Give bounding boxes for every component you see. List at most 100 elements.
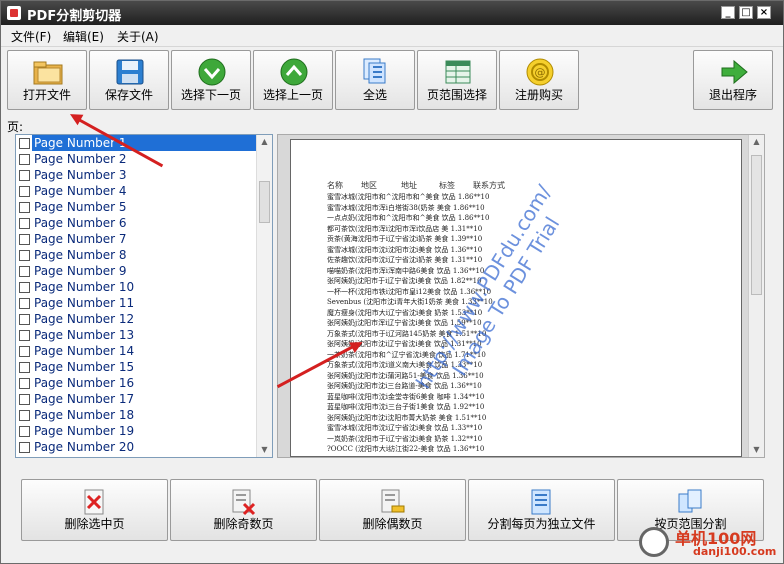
menu-bar: 文件(F) 编辑(E) 关于(A) [1, 25, 783, 47]
save-file-button[interactable]: 保存文件 [89, 50, 169, 110]
page-range-select-button[interactable]: 页范围选择 [417, 50, 497, 110]
preview-scroll-thumb[interactable] [751, 155, 762, 295]
site-watermark-badge: 单机100网 danji100.com [633, 523, 783, 563]
page-checkbox[interactable] [19, 378, 30, 389]
page-item-label: Page Number 7 [34, 232, 127, 246]
up-arrow-green-icon [280, 58, 308, 86]
page-checkbox[interactable] [19, 410, 30, 421]
page-list-item[interactable]: Page Number 13 [16, 327, 272, 343]
page-list-item[interactable]: Page Number 14 [16, 343, 272, 359]
page-checkbox[interactable] [19, 138, 30, 149]
page-checkbox[interactable] [19, 426, 30, 437]
page-checkbox[interactable] [19, 266, 30, 277]
maximize-button[interactable]: □ [739, 6, 753, 19]
page-list-item[interactable]: Page Number 12 [16, 311, 272, 327]
page-range-icon [445, 60, 471, 84]
page-list-item[interactable]: Page Number 8 [16, 247, 272, 263]
preview-header-region: 地区 [361, 181, 377, 190]
page-item-label: Page Number 11 [34, 296, 135, 310]
preview-scroll-down-icon[interactable]: ▼ [749, 443, 764, 457]
split-pages-icon [531, 489, 551, 515]
register-purchase-button[interactable]: @ 注册购买 [499, 50, 579, 110]
select-all-label: 全选 [362, 88, 387, 102]
page-list-item[interactable]: Page Number 1 [16, 135, 272, 151]
delete-odd-pages-button[interactable]: 删除奇数页 [170, 479, 317, 541]
page-list-item[interactable]: Page Number 7 [16, 231, 272, 247]
page-checkbox[interactable] [19, 154, 30, 165]
preview-scroll-up-icon[interactable]: ▲ [749, 135, 764, 149]
menu-about[interactable]: 关于(A) [117, 28, 159, 45]
page-list-item[interactable]: Page Number 19 [16, 423, 272, 439]
page-item-label: Page Number 2 [34, 152, 127, 166]
page-list-item[interactable]: Page Number 3 [16, 167, 272, 183]
page-checkbox[interactable] [19, 442, 30, 453]
page-list-item[interactable]: Page Number 16 [16, 375, 272, 391]
page-item-label: Page Number 17 [34, 392, 135, 406]
page-checkbox[interactable] [19, 362, 30, 373]
page-item-label: Page Number 10 [34, 280, 135, 294]
page-list-item[interactable]: Page Number 4 [16, 183, 272, 199]
split-each-page-label: 分割每页为独立文件 [487, 517, 596, 531]
page-checkbox[interactable] [19, 218, 30, 229]
select-previous-page-button[interactable]: 选择上一页 [253, 50, 333, 110]
delete-odd-pages-icon [232, 489, 256, 516]
split-each-page-button[interactable]: 分割每页为独立文件 [468, 479, 615, 541]
preview-row: 蜜雪冰城(沈阳市和^沈阳市和^美食 饮品 1.86**10 [327, 193, 490, 201]
page-list-item[interactable]: Page Number 6 [16, 215, 272, 231]
page-item-label: Page Number 20 [34, 440, 135, 454]
page-checkbox[interactable] [19, 202, 30, 213]
preview-row: 都可茶饮(沈阳市浑i沈阳市浑i饮品店 美 1.31**10 [327, 224, 483, 233]
page-item-label: Page Number 13 [34, 328, 135, 342]
select-next-page-button[interactable]: 选择下一页 [171, 50, 251, 110]
scroll-down-icon[interactable]: ▼ [257, 443, 272, 457]
close-button[interactable]: × [757, 6, 771, 19]
toolbar: 打开文件 保存文件 选择下一页 选择上一页 全选 页范围选择 @ 注册购买 退出… [1, 47, 783, 113]
page-checkbox[interactable] [19, 298, 30, 309]
page-checkbox[interactable] [19, 170, 30, 181]
page-list-item[interactable]: Page Number 10 [16, 279, 272, 295]
page-list-item[interactable]: Page Number 11 [16, 295, 272, 311]
down-arrow-green-icon [198, 58, 226, 86]
exit-program-button[interactable]: 退出程序 [693, 50, 773, 110]
preview-row: 贡茶(黄海沈阳市于i辽宁省沈i奶茶 美食 1.39**10 [327, 235, 483, 243]
menu-file[interactable]: 文件(F) [11, 28, 51, 45]
page-checkbox[interactable] [19, 250, 30, 261]
preview-header-name: 名称 [327, 181, 343, 190]
page-item-label: Page Number 15 [34, 360, 135, 374]
minimize-button[interactable]: _ [721, 6, 735, 19]
open-file-button[interactable]: 打开文件 [7, 50, 87, 110]
page-list-scrollbar[interactable]: ▲ ▼ [256, 135, 272, 457]
page-item-label: Page Number 18 [34, 408, 135, 422]
select-all-button[interactable]: 全选 [335, 50, 415, 110]
page-checkbox[interactable] [19, 282, 30, 293]
svg-text:@: @ [535, 66, 546, 79]
page-list-item[interactable]: Page Number 5 [16, 199, 272, 215]
page-list-item[interactable]: Page Number 18 [16, 407, 272, 423]
menu-edit[interactable]: 编辑(E) [63, 28, 104, 45]
preview-row: 蜜雪冰城(沈阳市沈i辽宁省沈i美食 饮品 1.33**10 [327, 424, 483, 432]
page-checkbox[interactable] [19, 314, 30, 325]
delete-selected-pages-button[interactable]: 删除选中页 [21, 479, 168, 541]
page-list-item[interactable]: Page Number 17 [16, 391, 272, 407]
preview-row: 蓝星咖啡(沈阳市沈i金堂寺街6美食 咖啡 1.34**10 [327, 392, 485, 401]
page-list-item[interactable]: Page Number 20 [16, 439, 272, 455]
page-checkbox[interactable] [19, 234, 30, 245]
window-title: PDF分割剪切器 [27, 9, 122, 24]
preview-document-page: 名称 地区 地址 标签 联系方式 蜜雪冰城(沈阳市和^沈阳市和^美食 饮品 1.… [290, 139, 742, 457]
delete-even-pages-label: 删除偶数页 [362, 517, 423, 531]
preview-row: 张阿姨奶j沈阳市沈i沈阳市菁大奶茶 美食 1.51**10 [327, 413, 487, 422]
page-list-item[interactable]: Page Number 9 [16, 263, 272, 279]
page-checkbox[interactable] [19, 346, 30, 357]
page-item-label: Page Number 3 [34, 168, 127, 182]
preview-scrollbar[interactable]: ▲ ▼ [748, 135, 764, 457]
page-list-scroll-thumb[interactable] [259, 181, 270, 223]
page-checkbox[interactable] [19, 394, 30, 405]
delete-even-pages-button[interactable]: 删除偶数页 [319, 479, 466, 541]
page-list-item[interactable]: Page Number 15 [16, 359, 272, 375]
preview-header-contact: 联系方式 [473, 181, 505, 190]
scroll-up-icon[interactable]: ▲ [257, 135, 272, 149]
delete-odd-pages-label: 删除奇数页 [213, 517, 274, 531]
page-checkbox[interactable] [19, 330, 30, 341]
page-item-label: Page Number 1 [32, 135, 256, 151]
page-checkbox[interactable] [19, 186, 30, 197]
